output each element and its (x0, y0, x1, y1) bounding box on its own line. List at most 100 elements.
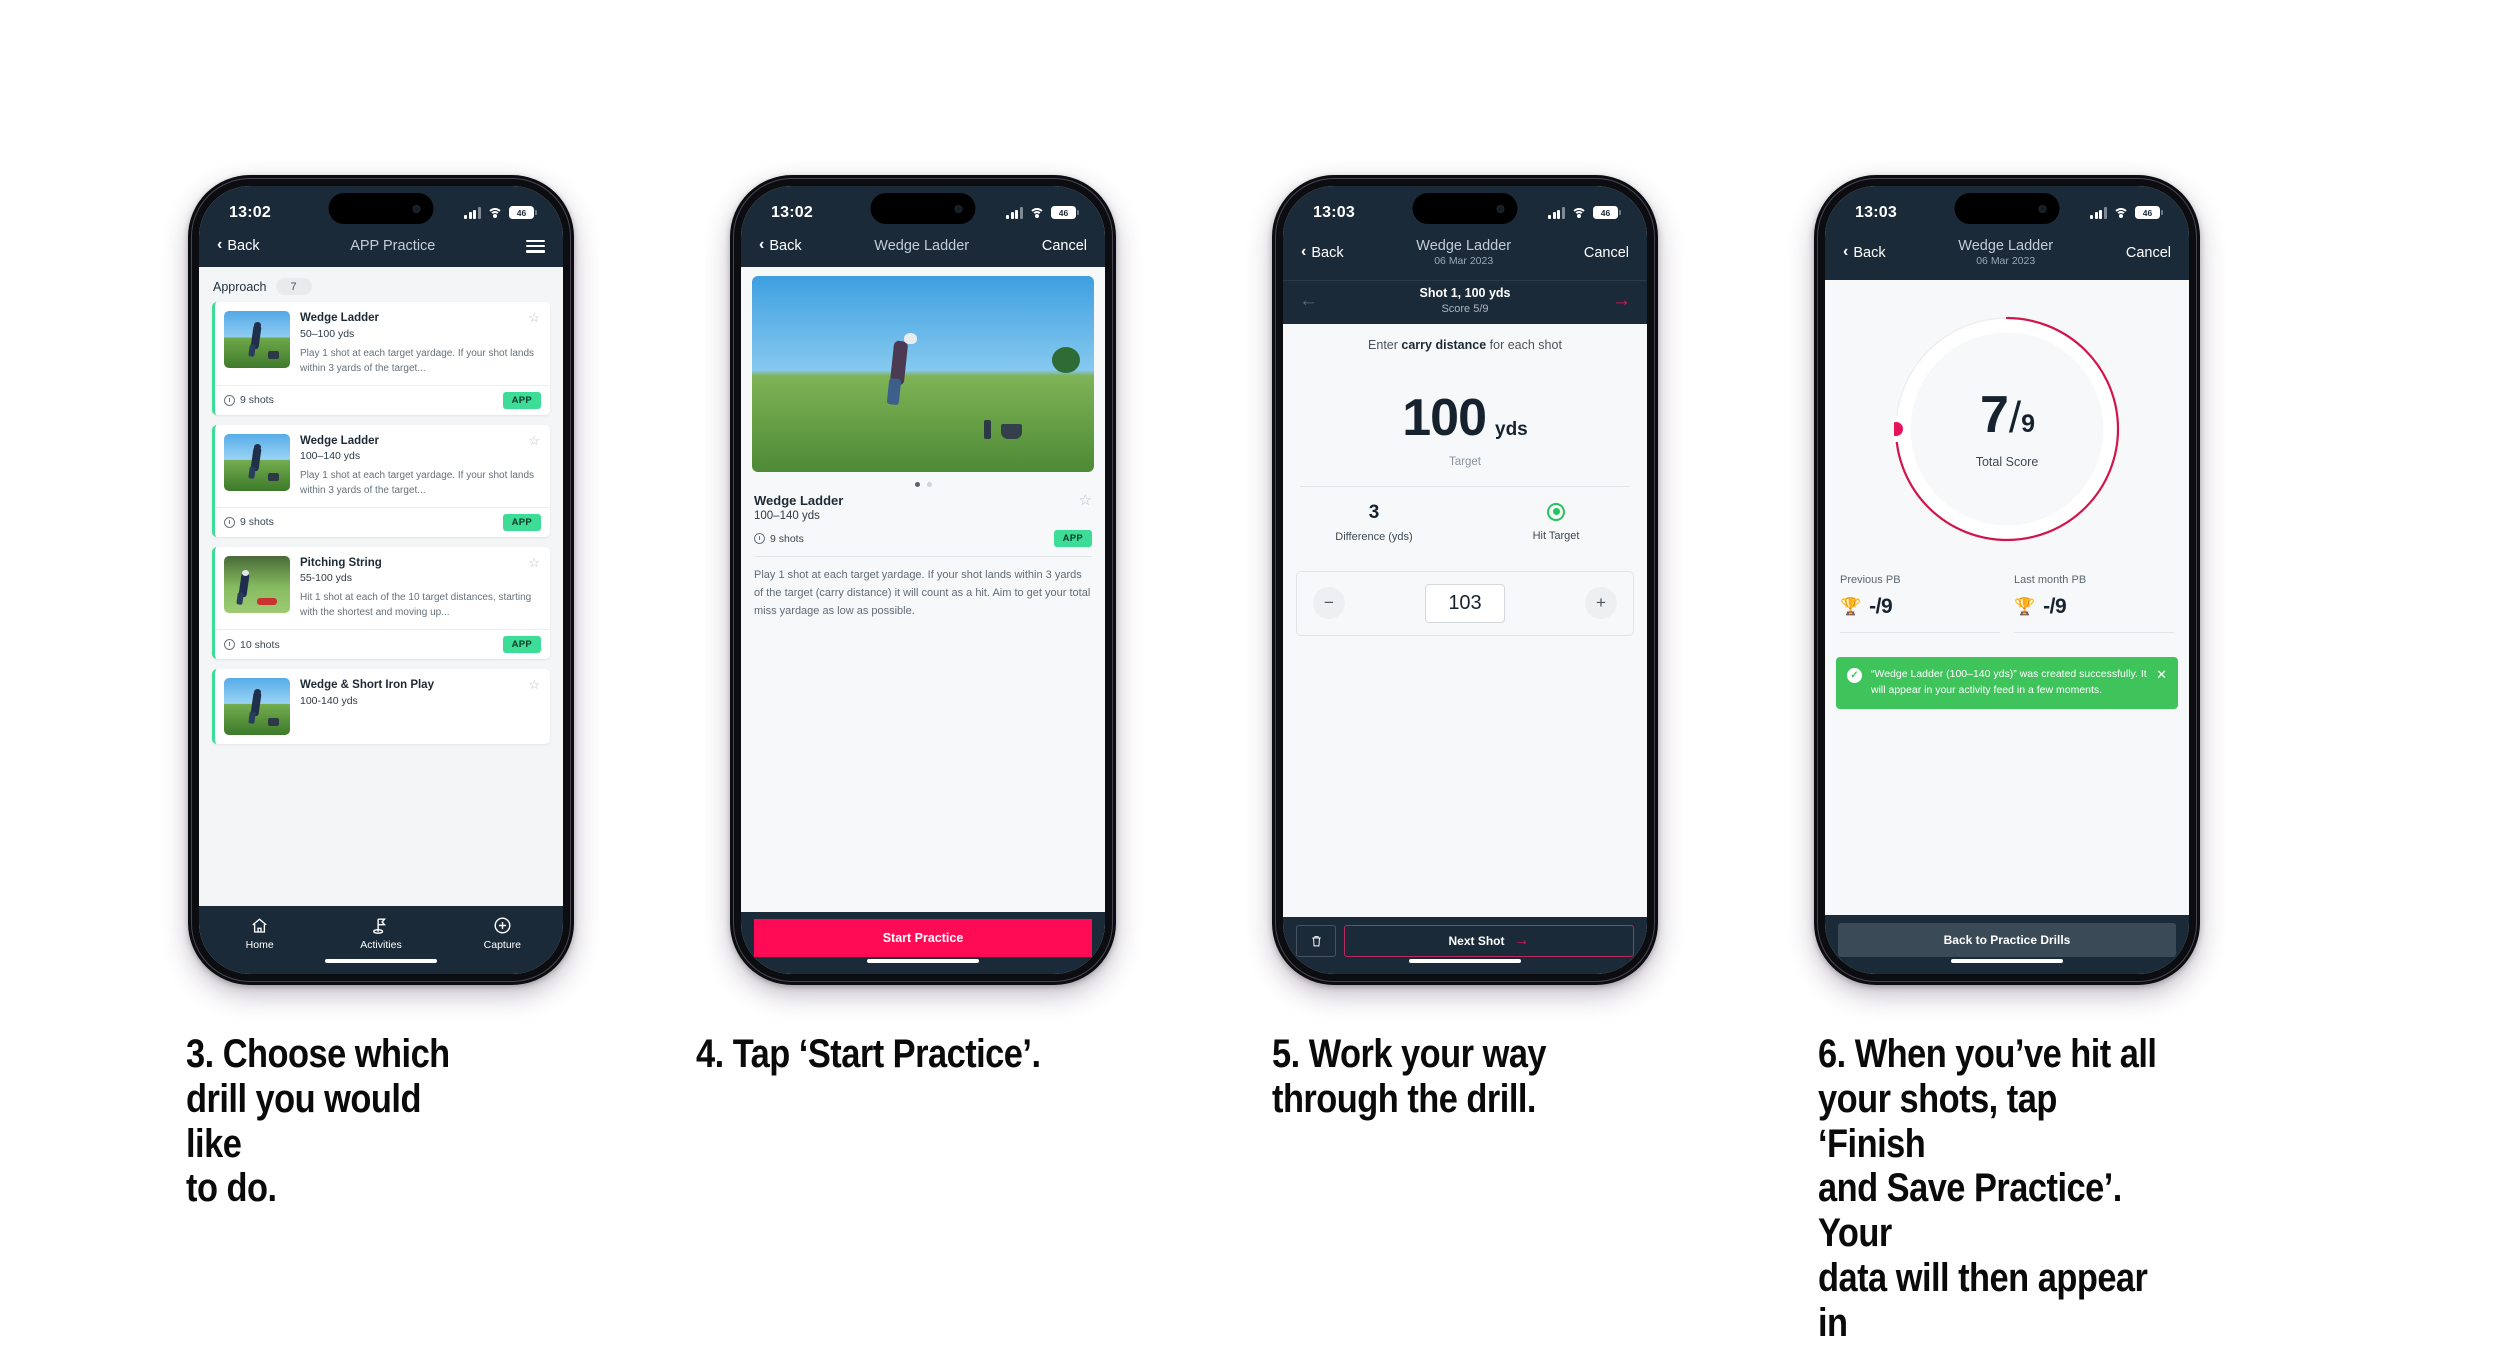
carry-distance-input[interactable]: 103 (1425, 583, 1505, 623)
star-icon[interactable]: ☆ (528, 556, 540, 569)
category-label: Approach (213, 279, 267, 294)
wifi-icon (1571, 207, 1587, 219)
status-time: 13:02 (771, 203, 813, 221)
plus-circle-icon (442, 915, 563, 936)
success-toast: ✓ “Wedge Ladder (100–140 yds)” was creat… (1836, 657, 2178, 709)
clock-icon (224, 516, 235, 528)
cancel-button[interactable]: Cancel (1042, 238, 1087, 254)
star-icon[interactable]: ☆ (528, 434, 540, 447)
status-badge: APP (502, 391, 541, 409)
clock-icon (224, 639, 235, 651)
pb-value: -/9 (1869, 595, 1893, 619)
hamburger-icon[interactable] (526, 239, 545, 253)
score-label: Total Score (1975, 455, 2039, 470)
target-dot-icon (1547, 502, 1565, 521)
table-row[interactable]: Pitching String 55-100 yds ☆ Hit 1 shot … (212, 546, 550, 660)
cancel-button[interactable]: Cancel (2126, 245, 2171, 261)
difference-value: 3 (1368, 501, 1380, 523)
shot-entry-body: Enter carry distance for each shot 100 y… (1283, 323, 1647, 917)
back-label: Back (769, 238, 802, 255)
table-row[interactable]: Wedge & Short Iron Play 100-140 yds ☆ (212, 669, 550, 745)
status-time: 13:03 (1313, 203, 1355, 221)
quantity-stepper: − 103 + (1296, 570, 1634, 636)
back-button[interactable]: ‹ Back (1843, 243, 1886, 261)
page-title: APP Practice (350, 238, 436, 254)
nav-title-main: Wedge Ladder (1416, 238, 1512, 254)
table-row[interactable]: Wedge Ladder 100–140 yds ☆ Play 1 shot a… (212, 424, 550, 537)
table-row[interactable]: Wedge Ladder 50–100 yds ☆ Play 1 shot at… (212, 302, 550, 415)
tab-home[interactable]: Home (199, 915, 320, 951)
star-icon[interactable]: ☆ (528, 311, 540, 324)
drill-description: Play 1 shot at each target yardage. If y… (754, 569, 1091, 617)
clock-icon (754, 533, 765, 545)
flag-icon (320, 915, 441, 936)
next-shot-button[interactable]: Next Shot → (1344, 925, 1634, 957)
prompt-text: Enter carry distance for each shot (1283, 324, 1647, 352)
drill-yardage: 50–100 yds (300, 327, 355, 340)
drill-description: Hit 1 shot at each of the 10 target dist… (300, 592, 532, 619)
status-bar: 13:03 46 (1825, 186, 2189, 233)
arrow-right-icon[interactable]: → (1612, 291, 1631, 310)
nav-title-main: Wedge Ladder (1958, 238, 2054, 254)
shot-footer: Next Shot → (1283, 917, 1647, 957)
arrow-left-icon[interactable]: ← (1299, 291, 1318, 310)
bottom-tab-bar: Home Activities Capture (199, 906, 563, 957)
status-badge: APP (502, 636, 541, 654)
score-slash: / (2008, 393, 2021, 443)
wifi-icon (1029, 207, 1045, 219)
dynamic-island (1412, 193, 1518, 224)
back-to-practice-drills-button[interactable]: Back to Practice Drills (1838, 923, 2176, 957)
home-indicator (1825, 957, 2189, 974)
status-time: 13:03 (1855, 203, 1897, 221)
cellular-signal-icon (464, 206, 481, 219)
nav-title-sub: 06 Mar 2023 (1434, 255, 1494, 268)
close-icon[interactable]: ✕ (2156, 667, 2167, 683)
score-achieved: 7 (1979, 386, 2009, 445)
nav-bar: ‹ Back Wedge Ladder Cancel (741, 233, 1105, 268)
decrement-button[interactable]: − (1313, 587, 1345, 620)
chevron-left-icon: ‹ (217, 236, 223, 254)
back-button[interactable]: ‹ Back (759, 237, 802, 255)
drill-shots: 9 shots (770, 532, 804, 545)
score-ring: 7 / 9 Total Score (1894, 316, 2120, 542)
arrow-right-icon: → (1513, 932, 1530, 949)
phone-4-screen: 13:03 46 ‹ Back Wedge Ladder 06 Mar 2023… (1825, 186, 2189, 974)
phone-3-screen: 13:03 46 ‹ Back Wedge Ladder 06 Mar 2023… (1283, 186, 1647, 974)
nav-bar: ‹ Back APP Practice (199, 233, 563, 268)
nav-bar: ‹ Back Wedge Ladder 06 Mar 2023 Cancel (1825, 233, 2189, 281)
status-bar: 13:03 46 (1283, 186, 1647, 233)
shot-title: Shot 1, 100 yds (1419, 286, 1511, 301)
battery-icon: 46 (2135, 206, 2160, 219)
drill-hero-image (752, 276, 1094, 473)
pb-value: -/9 (2043, 595, 2067, 619)
increment-button[interactable]: + (1585, 587, 1617, 620)
drill-thumbnail (224, 678, 290, 736)
battery-icon: 46 (1593, 206, 1618, 219)
carousel-dots[interactable] (741, 472, 1105, 493)
clock-icon (224, 394, 235, 406)
status-bar: 13:02 46 (741, 186, 1105, 233)
stat-hit-target: Hit Target (1465, 502, 1647, 543)
target-label: Target (1449, 455, 1481, 468)
phone-4-frame: 13:03 46 ‹ Back Wedge Ladder 06 Mar 2023… (1814, 175, 2200, 985)
cancel-button[interactable]: Cancel (1584, 245, 1629, 261)
screenshot-stage: 13:02 46 ‹ Back APP Practice Approach 7 … (0, 0, 2503, 1347)
star-icon[interactable]: ☆ (1079, 493, 1092, 508)
tab-label: Home (245, 939, 274, 951)
star-icon[interactable]: ☆ (528, 678, 540, 691)
start-practice-button[interactable]: Start Practice (754, 919, 1092, 957)
drill-title: Wedge Ladder (300, 312, 380, 325)
check-circle-icon: ✓ (1847, 668, 1862, 684)
category-filter-row: Approach 7 (199, 267, 563, 302)
drill-shots: 10 shots (240, 638, 280, 651)
drill-title: Wedge & Short Iron Play (300, 679, 434, 692)
tab-activities[interactable]: Activities (320, 915, 441, 951)
stat-difference: 3 Difference (yds) (1283, 501, 1465, 543)
back-button[interactable]: ‹ Back (217, 236, 260, 255)
category-count-badge: 7 (275, 278, 312, 296)
drill-yardage: 100–140 yds (300, 449, 361, 462)
home-indicator (741, 957, 1105, 974)
back-button[interactable]: ‹ Back (1301, 243, 1344, 261)
trash-icon[interactable] (1296, 925, 1336, 957)
tab-capture[interactable]: Capture (442, 915, 563, 951)
